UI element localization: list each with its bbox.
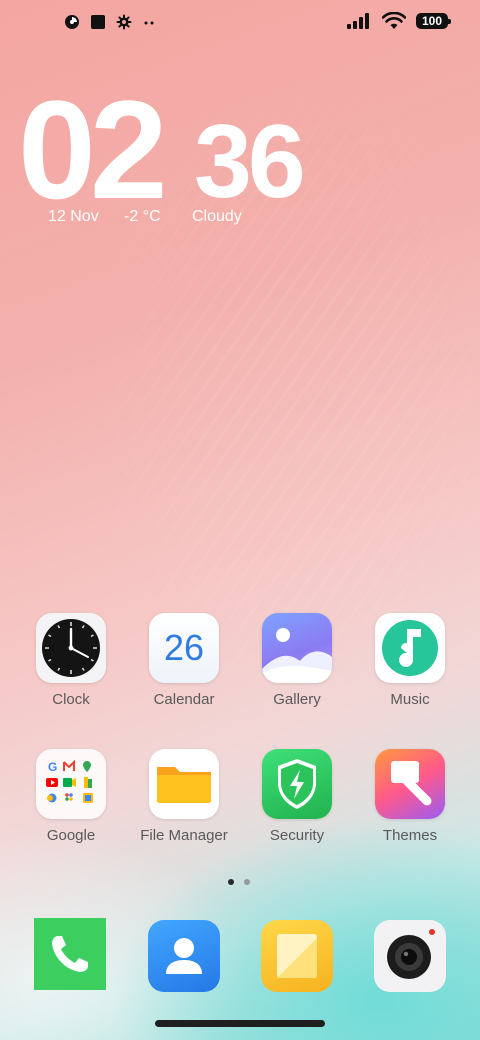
status-bar: 100: [0, 0, 480, 44]
settings-gear-icon: [116, 14, 132, 30]
app-label: Clock: [52, 691, 90, 708]
app-clock[interactable]: Clock: [16, 613, 126, 708]
app-file-manager[interactable]: File Manager: [129, 749, 239, 844]
google-folder-icon: G: [36, 749, 106, 819]
widget-temperature: -2 °C: [124, 208, 161, 225]
app-label: Calendar: [153, 691, 215, 708]
app-label: Gallery: [273, 691, 321, 708]
clock-minute: 36: [194, 104, 306, 220]
home-gesture-bar[interactable]: [155, 1020, 325, 1027]
square-notification-icon: [91, 15, 105, 29]
app-label: Themes: [382, 827, 438, 844]
notes-icon[interactable]: [261, 920, 333, 992]
app-gallery[interactable]: Gallery: [242, 613, 352, 708]
battery-indicator: 100: [416, 13, 451, 29]
clock-weather-widget[interactable]: 02 36 12 Nov -2 °C Cloudy: [18, 80, 338, 230]
clock-icon: [36, 613, 106, 683]
signal-icon: [347, 13, 369, 29]
music-icon: [375, 613, 445, 683]
svg-text:G: G: [48, 760, 57, 774]
clock-hour: 02: [18, 71, 168, 228]
calendar-icon: 26: [149, 613, 219, 683]
status-right-icons: 100: [346, 12, 451, 30]
app-label: File Manager: [140, 827, 228, 844]
app-music[interactable]: Music: [355, 613, 465, 708]
status-left-icons: [64, 14, 156, 30]
app-notification-icon: [65, 15, 79, 29]
widget-date: 12 Nov: [48, 208, 99, 225]
shield-icon: [262, 749, 332, 819]
app-label: Google: [46, 827, 96, 844]
page-indicator: [228, 879, 250, 885]
page-dot-active[interactable]: [228, 879, 234, 885]
wifi-icon: [382, 12, 406, 29]
folder-icon: [149, 749, 219, 819]
page-dot[interactable]: [244, 879, 250, 885]
widget-condition: Cloudy: [192, 208, 242, 225]
app-themes[interactable]: Themes: [355, 749, 465, 844]
gallery-icon: [262, 613, 332, 683]
contacts-icon[interactable]: [148, 920, 220, 992]
more-notifications-icon: [144, 21, 154, 25]
camera-icon[interactable]: [374, 920, 446, 992]
calendar-day: 26: [163, 627, 205, 668]
app-google-folder[interactable]: G Google: [16, 749, 126, 844]
app-calendar[interactable]: 26 Calendar: [129, 613, 239, 708]
paint-brush-icon: [375, 749, 445, 819]
phone-icon[interactable]: [34, 918, 106, 990]
app-security[interactable]: Security: [242, 749, 352, 844]
app-label: Security: [269, 827, 325, 844]
app-label: Music: [390, 691, 430, 708]
